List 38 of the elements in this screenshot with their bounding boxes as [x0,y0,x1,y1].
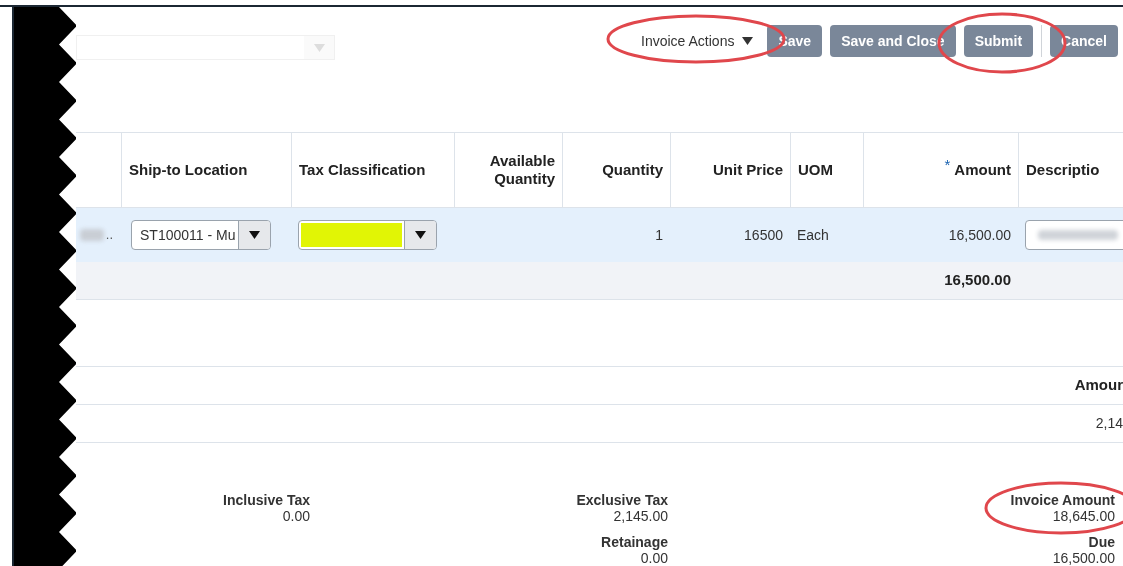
description-field[interactable] [1025,220,1123,250]
toolbar-button[interactable]: Submit [963,25,1034,57]
caret-icon [742,37,754,45]
summary-value: 0.00 [640,550,668,566]
column-header: Quantity [602,161,663,179]
table-cell-text: 16500 [744,225,783,245]
caret-icon [313,43,325,52]
column-header: Amour [1074,375,1123,396]
location-dropdown[interactable]: ST100011 - Mu [131,220,271,250]
summary-value: 16,500.00 [1052,550,1115,566]
column-header: Ship-to Location [129,161,248,179]
column-header: Unit Price [712,161,783,179]
column-header: Amount [954,161,1011,179]
summary-value: 18,645.00 [1052,508,1115,524]
column-header: UOM [798,161,833,179]
caret-icon [249,231,260,239]
table-cell-text: Each [797,225,829,245]
column-header: Descriptio [1026,161,1100,179]
table-row[interactable]: .. ST100011 - Mu 1 16500 Each 16,500.00 [76,208,1123,262]
table-cell-text: 1 [655,225,663,245]
lines-total: 16,500.00 [944,270,1011,291]
table-cell-text: .. [105,226,113,245]
summary-label: Inclusive Tax [223,492,310,508]
summary-label: Due [1088,534,1115,550]
required-mark: * [944,159,951,171]
column-header: Available Quantity [488,152,555,188]
table-cell-text: 2,14 [1095,414,1123,433]
dropdown-field[interactable] [76,35,335,60]
caret-icon [415,231,426,239]
summary-label: Retainage [601,534,668,550]
summary-value: 0.00 [282,508,310,524]
summary-label: Exclusive Tax [576,492,668,508]
column-header: Tax Classification [299,161,426,179]
table-cell-text: 16,500.00 [948,225,1011,245]
tax-classification-dropdown[interactable] [298,220,437,250]
summary-value: 2,145.00 [613,508,668,524]
summary-label: Invoice Amount [1010,492,1115,508]
blurred-text [79,229,104,241]
